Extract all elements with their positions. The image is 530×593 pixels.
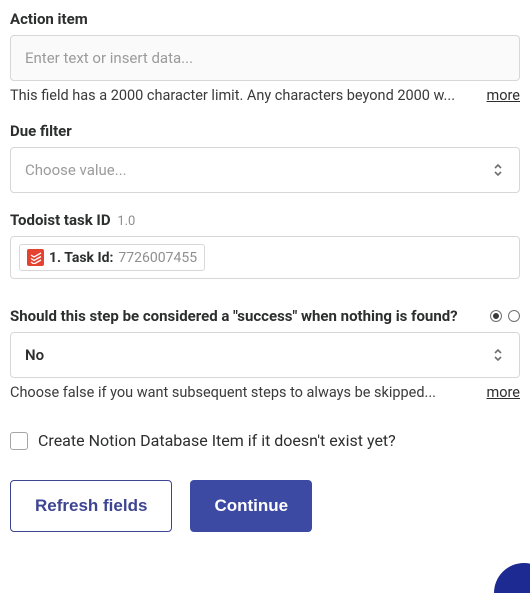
create-notion-row[interactable]: Create Notion Database Item if it doesn'… (10, 431, 520, 450)
success-step-radio-b[interactable] (508, 310, 520, 322)
task-id-label: Todoist task ID 1.0 (10, 211, 520, 229)
action-item-placeholder: Enter text or insert data... (25, 49, 193, 67)
todoist-icon (27, 249, 44, 266)
continue-button[interactable]: Continue (190, 480, 312, 532)
refresh-fields-button[interactable]: Refresh fields (10, 480, 172, 532)
success-step-label-row: Should this step be considered a "succes… (10, 307, 520, 325)
button-row: Refresh fields Continue (10, 480, 520, 532)
chevron-updown-icon (491, 162, 505, 178)
due-filter-field: Due filter Choose value... (10, 122, 520, 193)
action-item-helper: This field has a 2000 character limit. A… (10, 87, 469, 104)
success-step-label: Should this step be considered a "succes… (10, 307, 480, 325)
task-id-input[interactable]: 1. Task Id: 7726007455 (10, 236, 520, 279)
success-step-helper-row: Choose false if you want subsequent step… (10, 384, 520, 401)
task-id-token-label: 1. Task Id: (49, 250, 113, 266)
task-id-token[interactable]: 1. Task Id: 7726007455 (19, 244, 205, 271)
success-step-field: Should this step be considered a "succes… (10, 307, 520, 401)
due-filter-select[interactable]: Choose value... (10, 147, 520, 193)
help-fab[interactable] (494, 563, 530, 593)
task-id-field: Todoist task ID 1.0 1. Task Id: 77260074… (10, 211, 520, 279)
action-item-label: Action item (10, 10, 520, 28)
action-item-more-link[interactable]: more (487, 87, 520, 104)
action-item-field: Action item Enter text or insert data...… (10, 10, 520, 104)
action-item-helper-row: This field has a 2000 character limit. A… (10, 87, 520, 104)
due-filter-label: Due filter (10, 122, 520, 140)
success-step-more-link[interactable]: more (487, 384, 520, 401)
due-filter-placeholder: Choose value... (25, 161, 127, 179)
task-id-token-value: 7726007455 (118, 250, 197, 266)
action-item-input[interactable]: Enter text or insert data... (10, 35, 520, 81)
task-id-suffix: 1.0 (117, 214, 135, 229)
success-step-helper: Choose false if you want subsequent step… (10, 384, 469, 401)
chevron-updown-icon (491, 347, 505, 363)
create-notion-label: Create Notion Database Item if it doesn'… (38, 431, 396, 450)
success-step-radio-group (490, 310, 520, 322)
success-step-value: No (25, 346, 44, 364)
success-step-select[interactable]: No (10, 332, 520, 378)
success-step-radio-a[interactable] (490, 310, 502, 322)
task-id-label-text: Todoist task ID (10, 211, 111, 229)
create-notion-checkbox[interactable] (10, 432, 28, 450)
